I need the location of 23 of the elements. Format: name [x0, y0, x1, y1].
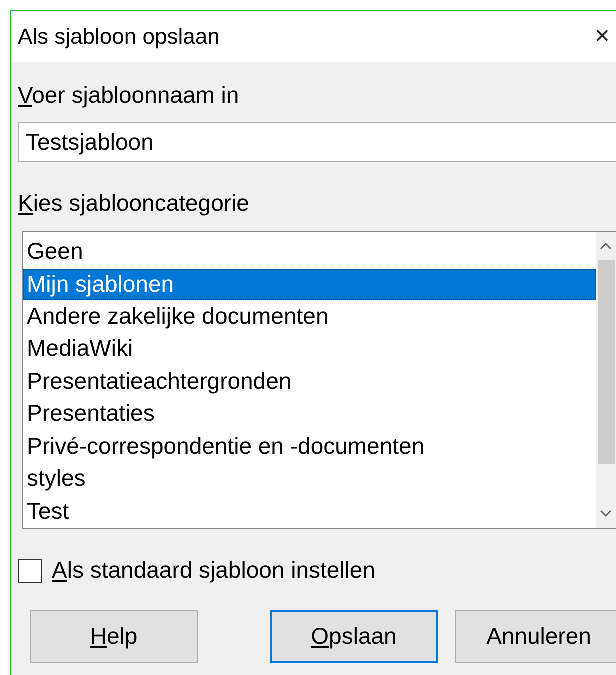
scroll-thumb[interactable] [598, 260, 614, 464]
checkbox[interactable] [18, 558, 42, 582]
dialog-button[interactable]: Opslaan [270, 610, 438, 663]
window-title: Als sjabloon opslaan [18, 24, 220, 50]
list-item[interactable]: Andere zakelijke documenten [23, 300, 596, 332]
name-input-field[interactable]: Testsjabloon [18, 122, 616, 162]
list-item[interactable]: Privé-correspondentie en -documenten [23, 430, 596, 462]
list-item[interactable]: Presentaties [23, 397, 596, 430]
list-item[interactable]: MediaWiki [23, 332, 596, 364]
scroll-down-icon[interactable] [600, 510, 612, 518]
close-button[interactable]: ✕ [594, 24, 611, 49]
list-item[interactable]: Presentatieachtergronden [23, 364, 596, 397]
list-item[interactable]: Mijn sjablonen [23, 268, 596, 300]
category-label: Kies sjablooncategorie [18, 190, 250, 217]
list-item[interactable]: Geen [23, 235, 596, 268]
list-item[interactable]: styles [23, 462, 596, 494]
checkbox-label[interactable]: Als standaard sjabloon instellen [52, 557, 376, 584]
dialog-button[interactable]: Help [30, 610, 198, 663]
dialog-button[interactable]: Annuleren [455, 610, 616, 663]
scrollbar[interactable] [596, 232, 616, 528]
name-label: Voer sjabloonnaam in [18, 82, 240, 109]
list-item[interactable]: Test [23, 494, 596, 527]
scroll-up-icon[interactable] [600, 242, 612, 250]
